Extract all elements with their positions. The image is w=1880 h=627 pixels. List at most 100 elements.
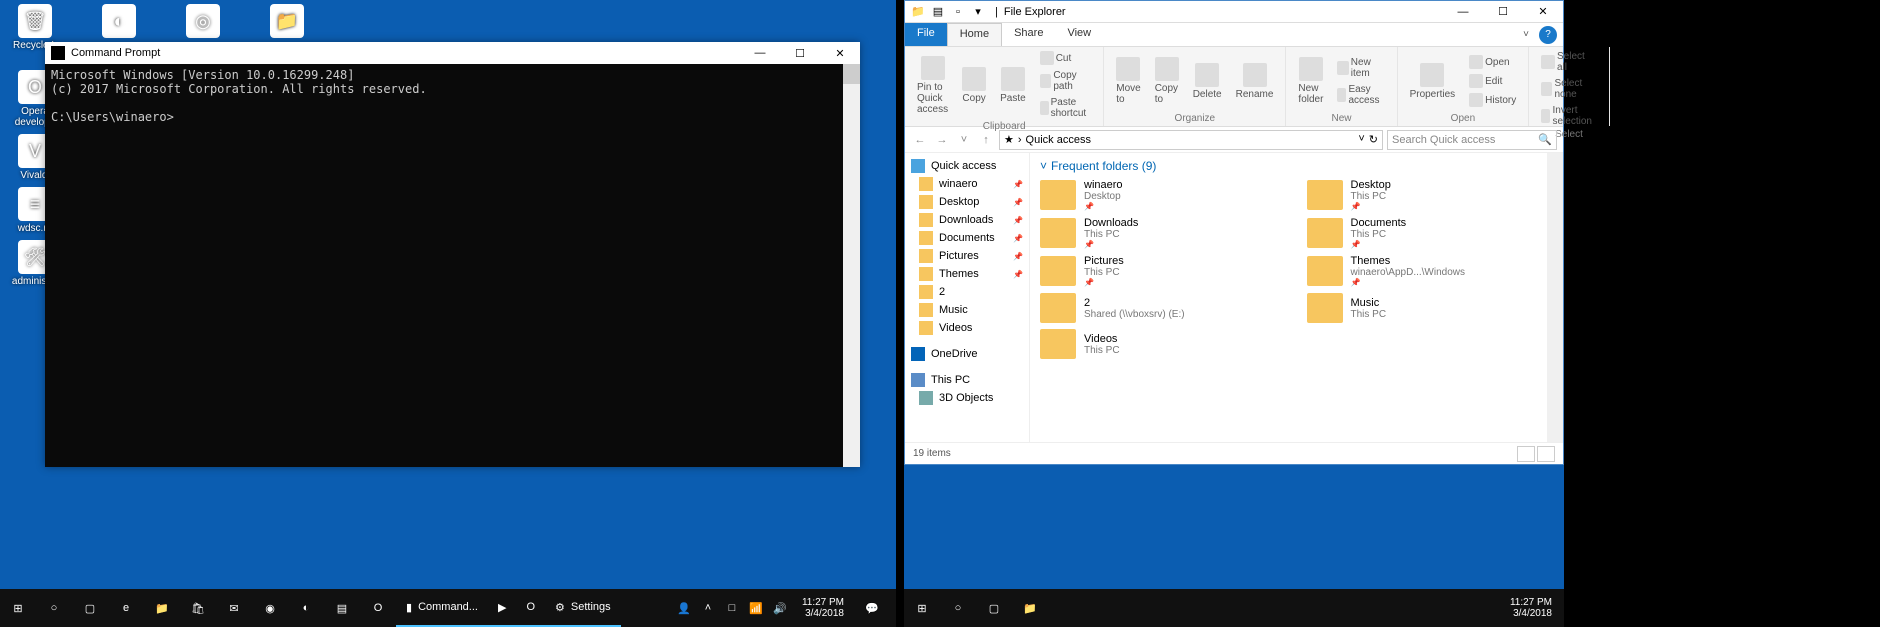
network-icon[interactable]: 📶 bbox=[744, 589, 768, 627]
cmd-task[interactable]: ▮Command... bbox=[396, 589, 488, 627]
address-input[interactable]: ★ › Quick access ˅ ↻ bbox=[999, 130, 1383, 150]
pin-quick-access-button[interactable]: Pin to Quick access bbox=[913, 54, 952, 117]
qat-folder-icon[interactable]: 📁 bbox=[909, 3, 927, 21]
settings-task[interactable]: ⚙Settings bbox=[545, 589, 621, 627]
folder-item[interactable]: DocumentsThis PC📌 bbox=[1307, 217, 1554, 249]
address-dropdown-icon[interactable]: ˅ bbox=[1358, 133, 1364, 146]
rename-button[interactable]: Rename bbox=[1232, 61, 1278, 102]
folder-item[interactable]: DesktopThis PC📌 bbox=[1307, 179, 1554, 211]
explorer-titlebar[interactable]: 📁 ▤ ▫ ▾ | File Explorer — ☐ ✕ bbox=[905, 1, 1563, 23]
delete-button[interactable]: Delete bbox=[1189, 61, 1226, 102]
folder-item[interactable]: VideosThis PC bbox=[1040, 329, 1287, 359]
mail-icon[interactable]: ✉ bbox=[216, 589, 252, 627]
help-icon[interactable]: ? bbox=[1539, 26, 1557, 44]
frequent-folders-header[interactable]: ˅ Frequent folders (9) bbox=[1040, 159, 1553, 173]
nav-3d-objects[interactable]: 3D Objects bbox=[905, 389, 1029, 407]
nav-onedrive[interactable]: OneDrive bbox=[905, 345, 1029, 363]
folder-item[interactable]: Themeswinaero\AppD...\Windows📌 bbox=[1307, 255, 1554, 287]
minimize-button[interactable]: — bbox=[740, 42, 780, 64]
edge-icon[interactable]: e bbox=[108, 589, 144, 627]
nav-themes[interactable]: Themes📌 bbox=[905, 265, 1029, 283]
refresh-icon[interactable]: ↻ bbox=[1369, 133, 1378, 146]
ribbon-collapse-icon[interactable]: ˅ bbox=[1517, 26, 1535, 44]
folder-item[interactable]: MusicThis PC bbox=[1307, 293, 1554, 323]
content-scrollbar[interactable] bbox=[1547, 153, 1563, 442]
select-all-button[interactable]: Select all bbox=[1537, 49, 1600, 75]
opera-task[interactable]: O bbox=[516, 589, 545, 627]
search-input[interactable]: Search Quick access 🔍 bbox=[1387, 130, 1557, 150]
qat-newfolder-icon[interactable]: ▫ bbox=[949, 3, 967, 21]
waterfox-icon[interactable]: ◐ bbox=[288, 589, 324, 627]
close-button[interactable]: ✕ bbox=[1523, 1, 1563, 23]
nav-music[interactable]: Music bbox=[905, 301, 1029, 319]
tab-home[interactable]: Home bbox=[947, 23, 1002, 46]
tab-view[interactable]: View bbox=[1055, 23, 1103, 46]
cmd-scrollbar[interactable] bbox=[843, 64, 860, 467]
cortana-icon[interactable]: ○ bbox=[36, 589, 72, 627]
folder-item[interactable]: 2Shared (\\vboxsrv) (E:) bbox=[1040, 293, 1287, 323]
taskbar-clock[interactable]: 11:27 PM 3/4/2018 bbox=[1504, 597, 1558, 619]
nav-winaero[interactable]: winaero📌 bbox=[905, 175, 1029, 193]
action-icon[interactable]: □ bbox=[720, 589, 744, 627]
easy-access-button[interactable]: Easy access bbox=[1333, 82, 1388, 108]
folder-item[interactable]: PicturesThis PC📌 bbox=[1040, 255, 1287, 287]
new-item-button[interactable]: New item bbox=[1333, 55, 1388, 81]
view-details-button[interactable] bbox=[1517, 446, 1535, 462]
nav-recent-button[interactable]: ˅ bbox=[955, 131, 973, 149]
tab-file[interactable]: File bbox=[905, 23, 947, 46]
maximize-button[interactable]: ☐ bbox=[1483, 1, 1523, 23]
cortana-icon[interactable]: ○ bbox=[940, 589, 976, 627]
cmd-console[interactable]: Microsoft Windows [Version 10.0.16299.24… bbox=[45, 64, 860, 467]
explorer-icon[interactable]: 📁 bbox=[144, 589, 180, 627]
volume-icon[interactable]: 🔊 bbox=[768, 589, 792, 627]
edit-button[interactable]: Edit bbox=[1465, 72, 1520, 90]
taskview-icon[interactable]: ▢ bbox=[72, 589, 108, 627]
nav-documents[interactable]: Documents📌 bbox=[905, 229, 1029, 247]
tab-share[interactable]: Share bbox=[1002, 23, 1055, 46]
copy-path-button[interactable]: Copy path bbox=[1036, 68, 1096, 94]
nav-this-pc[interactable]: This PC bbox=[905, 371, 1029, 389]
taskview-icon[interactable]: ▢ bbox=[976, 589, 1012, 627]
cut-button[interactable]: Cut bbox=[1036, 49, 1096, 67]
start-icon[interactable]: ⊞ bbox=[904, 589, 940, 627]
select-none-button[interactable]: Select none bbox=[1537, 76, 1600, 102]
store-icon[interactable]: 🛍 bbox=[180, 589, 216, 627]
view-large-button[interactable] bbox=[1537, 446, 1555, 462]
nav-downloads[interactable]: Downloads📌 bbox=[905, 211, 1029, 229]
close-button[interactable]: ✕ bbox=[820, 42, 860, 64]
folder-item[interactable]: DownloadsThis PC📌 bbox=[1040, 217, 1287, 249]
paste-button[interactable]: Paste bbox=[996, 65, 1030, 106]
explorer-icon[interactable]: 📁 bbox=[1012, 589, 1048, 627]
history-button[interactable]: History bbox=[1465, 91, 1520, 109]
nav-desktop[interactable]: Desktop📌 bbox=[905, 193, 1029, 211]
folder-item[interactable]: winaeroDesktop📌 bbox=[1040, 179, 1287, 211]
powershell-task[interactable]: ▶ bbox=[488, 589, 516, 627]
qat-dropdown-icon[interactable]: ▾ bbox=[969, 3, 987, 21]
start-icon[interactable]: ⊞ bbox=[0, 589, 36, 627]
open-button[interactable]: Open bbox=[1465, 53, 1520, 71]
move-to-button[interactable]: Move to bbox=[1112, 55, 1144, 107]
nav-back-button[interactable]: ← bbox=[911, 131, 929, 149]
cmd-titlebar[interactable]: Command Prompt — ☐ ✕ bbox=[45, 42, 860, 64]
taskbar-clock[interactable]: 11:27 PM 3/4/2018 bbox=[796, 597, 850, 619]
tray-expand-icon[interactable]: ˄ bbox=[696, 589, 720, 627]
action-center-icon[interactable]: 💬 bbox=[854, 589, 890, 627]
copy-to-button[interactable]: Copy to bbox=[1151, 55, 1183, 107]
new-folder-button[interactable]: New folder bbox=[1294, 55, 1327, 107]
copy-button[interactable]: Copy bbox=[958, 65, 990, 106]
opera-icon[interactable]: O bbox=[360, 589, 396, 627]
properties-button[interactable]: Properties bbox=[1406, 61, 1460, 102]
maximize-button[interactable]: ☐ bbox=[780, 42, 820, 64]
invert-selection-button[interactable]: Invert selection bbox=[1537, 103, 1600, 129]
nav-up-button[interactable]: ↑ bbox=[977, 131, 995, 149]
nav-2[interactable]: 2 bbox=[905, 283, 1029, 301]
nav-forward-button[interactable]: → bbox=[933, 131, 951, 149]
nav-quick-access[interactable]: Quick access bbox=[905, 157, 1029, 175]
vscode-icon[interactable]: ▤ bbox=[324, 589, 360, 627]
minimize-button[interactable]: — bbox=[1443, 1, 1483, 23]
nav-pictures[interactable]: Pictures📌 bbox=[905, 247, 1029, 265]
qat-properties-icon[interactable]: ▤ bbox=[929, 3, 947, 21]
people-icon[interactable]: 👤 bbox=[672, 589, 696, 627]
nav-videos[interactable]: Videos bbox=[905, 319, 1029, 337]
paste-shortcut-button[interactable]: Paste shortcut bbox=[1036, 95, 1096, 121]
